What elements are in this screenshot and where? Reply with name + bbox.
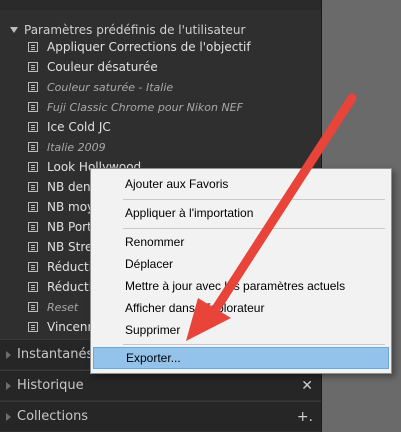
section-collections[interactable]: Collections +. bbox=[0, 401, 321, 431]
menu-item-label: Exporter... bbox=[126, 351, 181, 365]
preset-icon bbox=[28, 42, 38, 52]
preset-icon bbox=[28, 242, 38, 252]
menu-item-label: Renommer bbox=[125, 235, 185, 249]
preset-label: Italie 2009 bbox=[47, 140, 106, 154]
section-historique[interactable]: Historique ✕ bbox=[0, 370, 321, 400]
menu-separator bbox=[123, 344, 385, 345]
add-collection-icon[interactable]: +. bbox=[297, 410, 313, 424]
section-label: Instantanés bbox=[17, 347, 94, 362]
preset-icon bbox=[28, 302, 38, 312]
menu-item-update-settings[interactable]: Mettre à jour avec les paramètres actuel… bbox=[93, 275, 389, 297]
section-label: Collections bbox=[17, 409, 89, 424]
preset-icon bbox=[28, 262, 38, 272]
menu-item-show-explorer[interactable]: Afficher dans l'Explorateur bbox=[93, 297, 389, 319]
preset-label: Reset bbox=[47, 300, 79, 314]
preset-item[interactable]: Couleur désaturée bbox=[0, 57, 321, 77]
menu-separator bbox=[123, 228, 385, 229]
preset-icon bbox=[28, 322, 38, 332]
preset-item[interactable]: Appliquer Corrections de l'objectif bbox=[0, 37, 321, 57]
context-menu: Ajouter aux Favoris Appliquer à l'import… bbox=[90, 168, 392, 374]
preset-label: Fuji Classic Chrome pour Nikon NEF bbox=[47, 100, 243, 114]
collapse-triangle-icon[interactable] bbox=[6, 350, 11, 359]
preset-icon bbox=[28, 122, 38, 132]
expand-triangle-icon[interactable] bbox=[10, 27, 18, 33]
preset-label: NB moy bbox=[47, 200, 95, 214]
section-label: Historique bbox=[17, 378, 84, 393]
preset-label: Couleur saturée - Italie bbox=[47, 80, 174, 94]
menu-separator bbox=[123, 199, 385, 200]
preset-label: Couleur désaturée bbox=[47, 60, 158, 74]
preset-icon bbox=[28, 282, 38, 292]
preset-icon bbox=[28, 82, 38, 92]
preset-label: Vincenn bbox=[47, 320, 96, 334]
menu-item-add-favorites[interactable]: Ajouter aux Favoris bbox=[93, 173, 389, 195]
preset-icon bbox=[28, 62, 38, 72]
preset-icon bbox=[28, 222, 38, 232]
menu-item-export[interactable]: Exporter... bbox=[93, 347, 389, 369]
clear-history-icon[interactable]: ✕ bbox=[301, 379, 313, 393]
preset-item[interactable]: Ice Cold JC bbox=[0, 117, 321, 137]
menu-item-rename[interactable]: Renommer bbox=[93, 231, 389, 253]
collapse-triangle-icon[interactable] bbox=[6, 412, 11, 421]
preset-label: Appliquer Corrections de l'objectif bbox=[47, 40, 251, 54]
preset-icon bbox=[28, 102, 38, 112]
preset-item[interactable]: Italie 2009 bbox=[0, 137, 321, 157]
menu-item-label: Supprimer bbox=[125, 323, 181, 337]
preset-item[interactable]: Couleur saturée - Italie bbox=[0, 77, 321, 97]
preset-icon bbox=[28, 202, 38, 212]
menu-item-label: Appliquer à l'importation bbox=[125, 206, 254, 220]
menu-item-delete[interactable]: Supprimer bbox=[93, 319, 389, 341]
preset-icon bbox=[28, 162, 38, 172]
menu-item-label: Ajouter aux Favoris bbox=[125, 177, 229, 191]
preset-icon bbox=[28, 142, 38, 152]
preset-group-title: Paramètres prédéfinis de l'utilisateur bbox=[24, 23, 246, 37]
preset-item[interactable]: Fuji Classic Chrome pour Nikon NEF bbox=[0, 97, 321, 117]
preset-icon bbox=[28, 182, 38, 192]
preset-label: Ice Cold JC bbox=[47, 120, 111, 134]
collapse-triangle-icon[interactable] bbox=[6, 381, 11, 390]
menu-item-label: Déplacer bbox=[125, 257, 174, 271]
menu-item-label: Afficher dans l'Explorateur bbox=[125, 301, 265, 315]
menu-item-apply-import[interactable]: Appliquer à l'importation bbox=[93, 202, 389, 224]
menu-item-move[interactable]: Déplacer bbox=[93, 253, 389, 275]
panel-top-strip bbox=[0, 0, 321, 10]
menu-item-label: Mettre à jour avec les paramètres actuel… bbox=[125, 279, 346, 293]
